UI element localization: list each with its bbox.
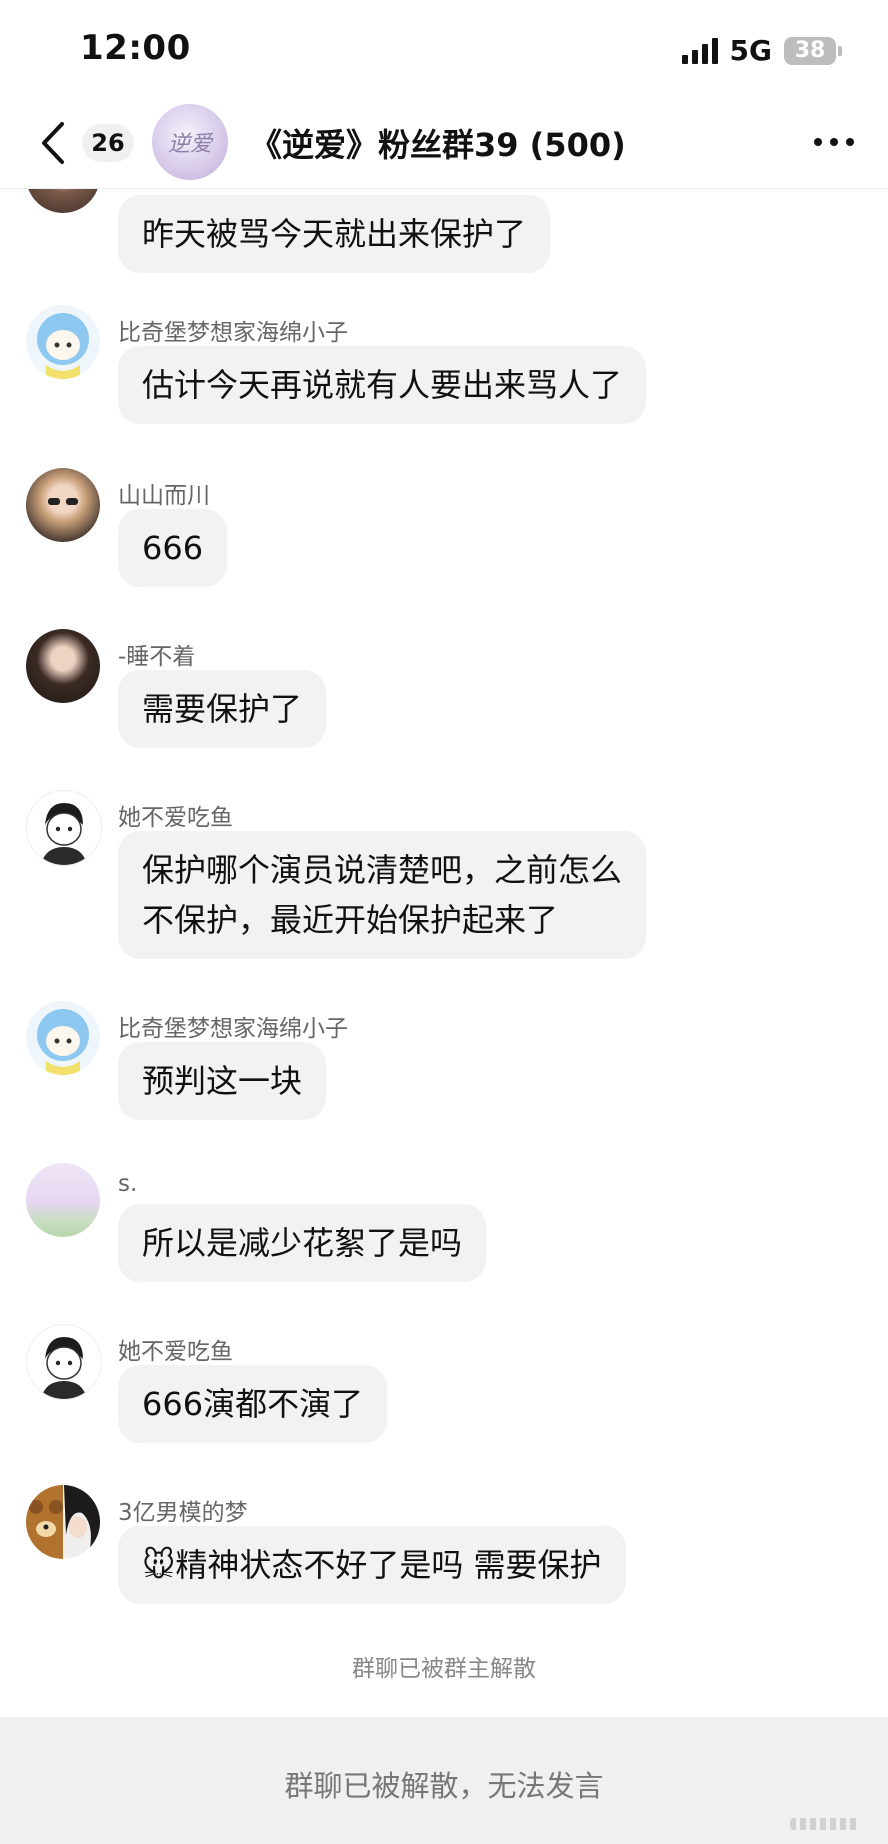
- status-indicators: 5G 38: [681, 34, 842, 67]
- sender-name: -睡不着: [118, 644, 196, 670]
- user-avatar[interactable]: [26, 629, 100, 703]
- cartoon-boy-avatar-icon: [41, 1337, 87, 1399]
- cartoon-boy-avatar-icon: [41, 803, 87, 865]
- network-type: 5G: [729, 34, 772, 67]
- message-bubble[interactable]: 保护哪个演员说清楚吧，之前怎么 不保护，最近开始保护起来了: [118, 831, 647, 959]
- input-disabled-bar: 群聊已被解散，无法发言: [0, 1717, 888, 1844]
- message-bubble[interactable]: 🐭精神状态不好了是吗 需要保护: [118, 1526, 626, 1604]
- message-text: 精神状态不好了是吗 需要保护: [175, 1546, 602, 1584]
- cartoon-girl-avatar-icon: [37, 313, 89, 379]
- message-line: 保护哪个演员说清楚吧，之前怎么: [142, 851, 623, 889]
- sender-name: 她不爱吃鱼: [118, 805, 233, 831]
- more-options-button[interactable]: [814, 138, 854, 146]
- watermark-icon: [790, 1818, 860, 1830]
- user-avatar[interactable]: [26, 1163, 100, 1237]
- cartoon-girl-avatar-icon: [37, 1009, 89, 1075]
- chevron-left-icon: [42, 122, 64, 164]
- user-avatar[interactable]: [26, 189, 100, 213]
- message-bubble[interactable]: 666: [118, 509, 228, 587]
- chat-message-list[interactable]: 昨天被骂今天就出来保护了 比奇堡梦想家海绵小子 估计今天再说就有人要出来骂人了 …: [0, 189, 888, 1717]
- group-avatar-text: 逆爱: [167, 132, 212, 157]
- message-bubble[interactable]: 估计今天再说就有人要出来骂人了: [118, 346, 647, 424]
- status-bar: 12:00 5G 38: [0, 0, 888, 100]
- sender-name: s.: [118, 1171, 138, 1197]
- unread-count-badge[interactable]: 26: [82, 124, 134, 162]
- sender-name: 她不爱吃鱼: [118, 1339, 233, 1365]
- user-avatar[interactable]: [26, 1001, 100, 1075]
- sender-name: 比奇堡梦想家海绵小子: [118, 320, 348, 346]
- battery-icon: 38: [784, 36, 842, 65]
- sender-name: 比奇堡梦想家海绵小子: [118, 1016, 348, 1042]
- back-button[interactable]: [34, 120, 74, 166]
- more-dot-icon: [830, 138, 838, 146]
- message-bubble[interactable]: 预判这一块: [118, 1042, 327, 1120]
- system-notice: 群聊已被群主解散: [352, 1656, 536, 1682]
- chat-header: 26 逆爱 《逆爱》粉丝群39 (500): [0, 100, 888, 189]
- sender-name: 3亿男模的梦: [118, 1500, 248, 1526]
- battery-level: 38: [794, 38, 826, 63]
- message-bubble[interactable]: 所以是减少花絮了是吗: [118, 1204, 487, 1282]
- mouse-emoji-icon: 🐭: [142, 1546, 176, 1584]
- more-dot-icon: [846, 138, 854, 146]
- group-avatar[interactable]: 逆爱: [152, 104, 228, 180]
- user-avatar[interactable]: [26, 1324, 102, 1400]
- sender-name: 山山而川: [118, 483, 210, 509]
- disabled-input-notice: 群聊已被解散，无法发言: [284, 1769, 604, 1803]
- group-title[interactable]: 《逆爱》粉丝群39 (500): [250, 120, 626, 166]
- sunglasses-icon: [48, 498, 78, 505]
- user-avatar[interactable]: [26, 305, 100, 379]
- message-bubble[interactable]: 666演都不演了: [118, 1365, 388, 1443]
- signal-icon: [681, 37, 718, 64]
- message-line: 不保护，最近开始保护起来了: [142, 901, 559, 939]
- user-avatar[interactable]: [26, 468, 100, 542]
- more-dot-icon: [814, 138, 822, 146]
- message-bubble[interactable]: 昨天被骂今天就出来保护了: [118, 195, 551, 273]
- status-time: 12:00: [80, 28, 191, 68]
- message-bubble[interactable]: 需要保护了: [118, 670, 327, 748]
- user-avatar[interactable]: [26, 1485, 100, 1559]
- user-avatar[interactable]: [26, 790, 102, 866]
- bear-and-girl-avatar-icon: [29, 1485, 100, 1559]
